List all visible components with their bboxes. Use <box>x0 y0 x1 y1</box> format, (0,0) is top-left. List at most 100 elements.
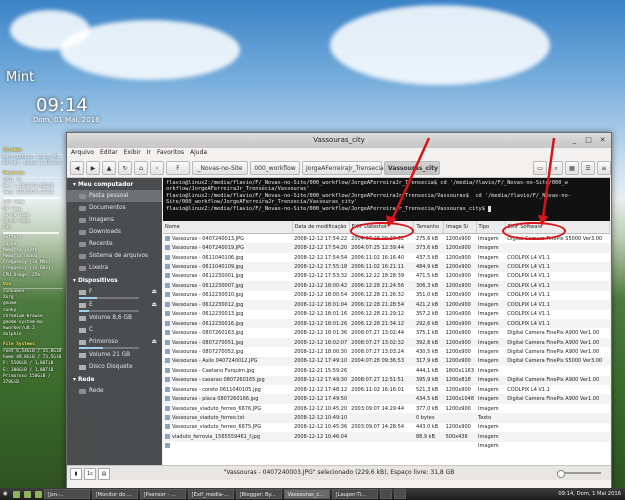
path-button-f[interactable]: F <box>166 160 190 175</box>
table-cell: Texto <box>476 413 506 423</box>
search-button[interactable]: ⌕ <box>549 160 563 175</box>
sidebar-item-network-0[interactable]: Rede <box>67 385 162 397</box>
taskbar-item[interactable]: [Monitor do ... <box>91 489 138 499</box>
path-scroll-left[interactable]: ‹ <box>150 160 164 175</box>
taskbar-item[interactable]: [Exif_media-... <box>187 489 234 499</box>
table-row[interactable]: viaduto_ferrovia_1565559461_f.jpg 2008-12… <box>163 432 610 442</box>
sidebar-item-computer-1[interactable]: Documentos <box>67 202 162 214</box>
table-row[interactable]: Vassouras - 0807270051.jpg 2008-12-12 18:… <box>163 337 610 348</box>
task-list: [jsn-... [Monitor do ... [Psensor - ... [Ex… <box>43 489 408 499</box>
minimize-button[interactable]: _ <box>570 136 579 145</box>
table-cell-text: Imagem <box>478 339 499 346</box>
maximize-button[interactable]: □ <box>584 136 593 145</box>
table-row[interactable]: Vassouras_viaduto_ferreo_6675.JPG 2008-12… <box>163 423 610 432</box>
icon-view-button[interactable]: ▦ <box>565 160 579 175</box>
table-row[interactable]: Imagem <box>163 442 610 451</box>
taskbar-item[interactable]: [Blogger: By... <box>235 489 282 499</box>
sidebar-item-computer-2[interactable]: Imagens <box>67 214 162 226</box>
taskbar-item[interactable] <box>379 489 392 499</box>
embedded-terminal[interactable]: flavio@linux2:/media/flavio/F/_Novas-no-… <box>163 178 610 221</box>
table-row[interactable]: Vassouras - casarao 0807260165.jpg 2008-1… <box>163 375 610 385</box>
menu-button[interactable]: ◉ <box>0 491 11 497</box>
table-row[interactable]: Vassouras - 0611040109.jpg 2008-12-12 17:… <box>163 262 610 272</box>
table-row[interactable]: Vassouras - 0807260163.jpg 2008-12-12 18:… <box>163 328 610 337</box>
sidebar-item-computer-0[interactable]: Pasta pessoal <box>67 190 162 202</box>
sidebar-header-devices[interactable]: ▾ Dispositivos <box>67 274 162 286</box>
eject-icon[interactable]: ⏏ <box>151 336 157 348</box>
list-view-button[interactable]: ☰ <box>581 160 595 175</box>
sidebar-item-device-3[interactable]: C <box>67 324 162 336</box>
places-toggle-button[interactable]: ▮ <box>70 468 82 480</box>
table-row[interactable]: Vassouras - 0612230001.jpg 2008-12-12 17:… <box>163 272 610 281</box>
sidebar-item-computer-6[interactable]: Lixeira <box>67 262 162 274</box>
mint-logo-icon: ◉ <box>3 491 8 497</box>
menu-arquivo[interactable]: Arquivo <box>71 148 94 158</box>
quicklaunch-icon[interactable] <box>34 490 42 498</box>
taskbar-item[interactable]: [Lauper-Ti... <box>331 489 378 499</box>
menu-favoritos[interactable]: Favoritos <box>157 148 184 158</box>
sidebar-item-device-6[interactable]: Disco Disquete <box>67 361 162 373</box>
column-header-4[interactable]: Image Si <box>443 221 477 234</box>
sidebar-item-computer-4[interactable]: Recente <box>67 238 162 250</box>
table-row[interactable]: Vassouras - 0612230016.jpg 2008-12-12 18:… <box>163 318 610 329</box>
sidebar-header-computer[interactable]: ▾ Meu computador <box>67 178 162 190</box>
table-cell: 1200x900 <box>444 234 476 244</box>
path-button-workflow[interactable]: 000_workflow <box>250 160 300 175</box>
taskbar-item[interactable]: Vassouras_c... <box>283 489 330 499</box>
sidebar-header-network[interactable]: ▾ Rede <box>67 373 162 385</box>
column-header-3[interactable]: Tamanho <box>413 221 445 234</box>
table-row[interactable]: Vassouras - Caetano Furquim.jpg 2008-12-2… <box>163 366 610 375</box>
table-row[interactable]: Vassouras - Asilo 0407240012.JPG 2008-12-… <box>163 356 610 367</box>
taskbar-item[interactable] <box>393 489 406 499</box>
sidebar-item-device-2[interactable]: Volume 8,6 GB <box>67 312 162 324</box>
eject-icon[interactable]: ⏏ <box>151 299 157 311</box>
forward-button[interactable]: ▶ <box>86 160 100 175</box>
up-button[interactable]: ▲ <box>102 160 116 175</box>
table-row[interactable]: Vassouras - 0407240019.JPG 2008-12-12 17:… <box>163 243 610 253</box>
table-row[interactable]: Vassouras - 0612230010.jpg 2008-12-12 18:… <box>163 291 610 300</box>
column-header-0[interactable]: Nome <box>163 221 293 234</box>
table-cell: 2008-12-12 18:00:30 <box>292 347 349 356</box>
tree-toggle-button[interactable]: 1c <box>84 468 96 480</box>
window-titlebar[interactable]: Vassouras_city _ □ ✕ <box>67 133 611 148</box>
sidebar-hide-button[interactable]: ▤ <box>98 468 110 480</box>
column-header-5[interactable]: Tipo <box>476 221 506 234</box>
back-button[interactable]: ◀ <box>70 160 84 175</box>
path-button-vassouras-city[interactable]: Vassouras_city <box>384 160 440 175</box>
home-button[interactable]: ⌂ <box>134 160 148 175</box>
zoom-slider[interactable] <box>557 470 601 478</box>
quicklaunch-icon[interactable] <box>12 490 20 498</box>
menu-editar[interactable]: Editar <box>100 148 118 158</box>
terminal-toggle-button[interactable]: ▭ <box>533 160 547 175</box>
close-button[interactable]: ✕ <box>598 136 607 145</box>
reload-button[interactable]: ↻ <box>118 160 132 175</box>
table-row[interactable]: Vassouras - coreto 0611040105.jpg 2008-12… <box>163 385 610 394</box>
column-header-1[interactable]: Data de modificação <box>292 221 350 234</box>
zoom-slider-handle[interactable] <box>557 470 565 478</box>
taskbar-item[interactable]: [jsn-... <box>43 489 90 499</box>
compact-view-button[interactable]: ≡ <box>597 160 611 175</box>
table-row[interactable]: Vassouras_viaduto_ferreo.txt 2008-12-12 1… <box>163 413 610 423</box>
table-row[interactable]: Vassouras - placa 0807260166.jpg 2008-12-… <box>163 394 610 404</box>
sidebar-item-computer-3[interactable]: Downloads <box>67 226 162 238</box>
menu-exibir[interactable]: Exibir <box>124 148 141 158</box>
path-button-novas[interactable]: _Novas-no-Site <box>192 160 248 175</box>
table-cell <box>444 442 476 451</box>
menu-ajuda[interactable]: Ajuda <box>190 148 207 158</box>
table-row[interactable]: Vassouras - 0612230013.jpg 2008-12-12 18:… <box>163 310 610 319</box>
sidebar-item-computer-5[interactable]: Sistema de arquivos <box>67 250 162 262</box>
table-row[interactable]: Vassouras_viaduto_ferreo_6676.JPG 2008-12… <box>163 404 610 413</box>
taskbar-item[interactable]: [Psensor - ... <box>139 489 186 499</box>
path-button-trensecia[interactable]: JorgeAFerreiraJr_Trensecia <box>302 160 384 175</box>
table-row[interactable]: Vassouras - 0612230007.jpg 2008-12-12 18:… <box>163 281 610 291</box>
menu-ir[interactable]: Ir <box>147 148 151 158</box>
table-cell-text: COOLPIX L4 V1.1 <box>507 292 550 299</box>
eject-icon[interactable]: ⏏ <box>151 286 157 298</box>
table-cell: COOLPIX L4 V1.1 <box>505 281 610 291</box>
tray-clock[interactable]: 09:14, Dom, 1 Mai 2016 <box>558 491 625 497</box>
table-row[interactable]: Vassouras - 0807270052.jpg 2008-12-12 18:… <box>163 347 610 356</box>
quicklaunch-icon[interactable] <box>23 490 31 498</box>
table-row[interactable]: Vassouras - 0611040106.jpg 2008-12-12 17:… <box>163 253 610 262</box>
table-row[interactable]: Vassouras - 0612230012.jpg 2008-12-12 18:… <box>163 300 610 310</box>
sidebar-item-device-5[interactable]: Volume 21 GB <box>67 349 162 361</box>
